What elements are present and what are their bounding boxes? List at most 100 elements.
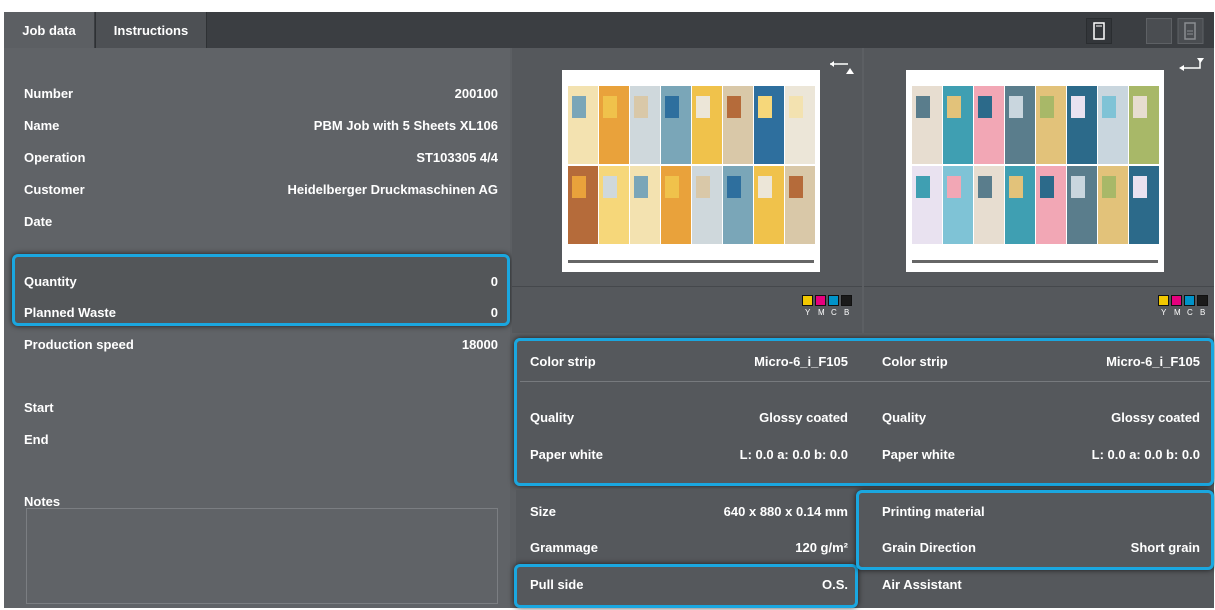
swatch-label: M xyxy=(818,308,825,317)
front-quality-value: Glossy coated xyxy=(759,410,848,425)
notes-label: Notes xyxy=(24,494,61,509)
page-image xyxy=(1040,96,1054,118)
front-sheet-thumbnail xyxy=(568,86,815,263)
front-paper-white-row[interactable]: Paper white L: 0.0 a: 0.0 b: 0.0 xyxy=(530,447,848,467)
back-sheet-preview[interactable] xyxy=(864,48,1214,286)
quantity-value: 0 xyxy=(490,274,498,289)
page-image xyxy=(696,176,710,198)
turn-arrow-up-icon[interactable] xyxy=(828,60,854,76)
page-image xyxy=(947,176,961,198)
single-sheet-icon xyxy=(1086,18,1112,44)
page-image xyxy=(603,96,617,118)
front-paper-white-label: Paper white xyxy=(530,447,603,462)
production-speed-value: 18000 xyxy=(461,337,498,352)
page-image xyxy=(978,176,992,198)
production-speed-row: Production speed 18000 xyxy=(24,337,498,357)
back-color-strip-value: Micro-6_i_F105 xyxy=(1106,354,1200,369)
color-control-strip xyxy=(568,260,814,263)
air-assistant-row[interactable]: Air Assistant xyxy=(882,577,1200,597)
page-image xyxy=(1133,96,1147,118)
color-control-strip xyxy=(912,260,1158,263)
front-color-strip-value: Micro-6_i_F105 xyxy=(754,354,848,369)
single-sheet-view-button[interactable] xyxy=(1086,18,1112,44)
production-speed-label: Production speed xyxy=(24,337,134,352)
date-label: Date xyxy=(24,214,53,229)
pull-side-value: O.S. xyxy=(821,577,848,592)
swatch-b xyxy=(841,295,852,306)
swatch-y xyxy=(1158,295,1169,306)
back-quality-value: Glossy coated xyxy=(1111,410,1200,425)
page-image xyxy=(634,176,648,198)
back-paper-white-row[interactable]: Paper white L: 0.0 a: 0.0 b: 0.0 xyxy=(882,447,1200,467)
divider xyxy=(520,381,1210,382)
grammage-label: Grammage xyxy=(530,540,598,555)
printing-material-row[interactable]: Printing material xyxy=(882,504,1200,524)
turn-arrow-down-icon[interactable] xyxy=(1176,58,1208,74)
planned-waste-label: Planned Waste xyxy=(24,305,116,320)
front-sheet-paper xyxy=(562,70,820,272)
customer-row: Customer Heidelberger Druckmaschinen AG xyxy=(24,182,498,202)
swatch-c xyxy=(828,295,839,306)
end-row: End xyxy=(24,432,498,452)
front-paper-white-value: L: 0.0 a: 0.0 b: 0.0 xyxy=(739,447,848,462)
page-image xyxy=(789,96,803,118)
quantity-label: Quantity xyxy=(24,274,77,289)
page-image xyxy=(572,96,586,118)
front-quality-row[interactable]: Quality Glossy coated xyxy=(530,410,848,430)
size-label: Size xyxy=(530,504,557,519)
double-sheet-view-button[interactable] xyxy=(1146,18,1204,44)
page-image xyxy=(1071,96,1085,118)
planned-waste-row: Planned Waste 0 xyxy=(24,305,498,325)
grain-direction-row[interactable]: Grain Direction Short grain xyxy=(882,540,1200,560)
swatch-label: Y xyxy=(1161,308,1167,317)
page-image xyxy=(1040,176,1054,198)
back-color-strip-row[interactable]: Color strip Micro-6_i_F105 xyxy=(882,354,1200,374)
page-image xyxy=(665,176,679,198)
back-sheet-thumbnail xyxy=(912,86,1159,263)
swatch-c xyxy=(1184,295,1195,306)
page-image xyxy=(978,96,992,118)
back-paper-white-value: L: 0.0 a: 0.0 b: 0.0 xyxy=(1091,447,1200,462)
start-row: Start xyxy=(24,400,498,420)
operation-value: ST103305 4/4 xyxy=(416,150,498,165)
swatch-m xyxy=(1171,295,1182,306)
front-sheet-preview[interactable] xyxy=(512,48,862,286)
page-image xyxy=(947,96,961,118)
swatch-label: C xyxy=(1187,308,1193,317)
front-quality-label: Quality xyxy=(530,410,575,425)
number-row: Number 200100 xyxy=(24,86,498,106)
page-image xyxy=(789,176,803,198)
page-image xyxy=(1009,176,1023,198)
tab-bar: Job data Instructions xyxy=(4,12,1214,48)
job-data-window: Job data Instructions Number 200100 Name P… xyxy=(4,12,1214,608)
back-quality-label: Quality xyxy=(882,410,927,425)
grain-direction-value: Short grain xyxy=(1130,540,1200,555)
end-label: End xyxy=(24,432,49,447)
page-image xyxy=(727,96,741,118)
grammage-row: Grammage 120 g/m² xyxy=(530,540,848,560)
customer-value: Heidelberger Druckmaschinen AG xyxy=(287,182,498,197)
swatch-label: C xyxy=(831,308,837,317)
front-color-swatches: YMCB xyxy=(512,286,862,333)
back-sheet-paper xyxy=(906,70,1164,272)
back-quality-row[interactable]: Quality Glossy coated xyxy=(882,410,1200,430)
size-value: 640 x 880 x 0.14 mm xyxy=(723,504,848,519)
swatch-y xyxy=(802,295,813,306)
tab-job-data[interactable]: Job data xyxy=(4,12,94,48)
pull-side-row[interactable]: Pull side O.S. xyxy=(530,577,848,597)
operation-label: Operation xyxy=(24,150,86,165)
page-image xyxy=(696,96,710,118)
page-image xyxy=(758,96,772,118)
swatch-label: B xyxy=(1200,308,1206,317)
size-row: Size 640 x 880 x 0.14 mm xyxy=(530,504,848,524)
notes-textarea[interactable] xyxy=(26,508,498,604)
page-image xyxy=(1102,96,1116,118)
front-color-strip-row[interactable]: Color strip Micro-6_i_F105 xyxy=(530,354,848,374)
page-image xyxy=(916,96,930,118)
back-color-strip-label: Color strip xyxy=(882,354,948,369)
swatch-m xyxy=(815,295,826,306)
number-label: Number xyxy=(24,86,74,101)
page-image xyxy=(634,96,648,118)
name-value: PBM Job with 5 Sheets XL106 xyxy=(313,118,498,133)
tab-instructions[interactable]: Instructions xyxy=(95,12,207,48)
